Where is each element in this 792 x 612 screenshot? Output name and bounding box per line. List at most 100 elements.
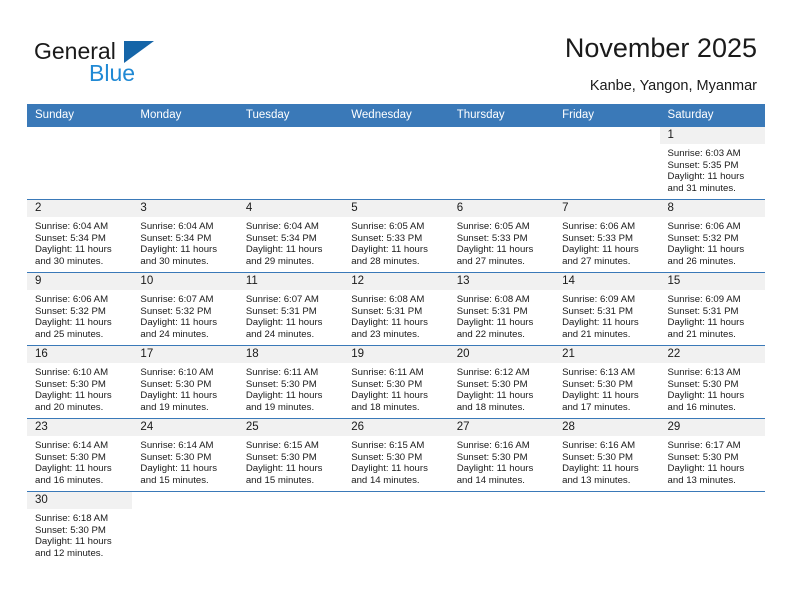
calendar-day-cell[interactable]: 24 Sunrise: 6:14 AM Sunset: 5:30 PM Dayligh… <box>132 418 238 492</box>
day-number: 2 <box>27 200 133 218</box>
daylight-duration-line1: Daylight: 11 hours <box>351 390 428 402</box>
calendar-week-row: 16 Sunrise: 6:10 AM Sunset: 5:30 PM Dayligh… <box>27 345 765 419</box>
calendar-day-cell[interactable]: 11 Sunrise: 6:07 AM Sunset: 5:31 PM Dayligh… <box>237 272 344 346</box>
calendar-day-cell[interactable]: 4 Sunrise: 6:04 AM Sunset: 5:34 PM Daylight… <box>237 199 344 273</box>
calendar-cell-empty <box>132 126 238 200</box>
calendar-day-cell[interactable]: 26 Sunrise: 6:15 AM Sunset: 5:30 PM Dayligh… <box>343 418 449 492</box>
calendar-day-cell[interactable]: 23 Sunrise: 6:14 AM Sunset: 5:30 PM Dayligh… <box>27 418 133 492</box>
sunset-time: Sunset: 5:30 PM <box>140 378 212 390</box>
daylight-duration-line2: and 31 minutes. <box>667 182 736 194</box>
day-cell-content <box>132 127 237 199</box>
sunset-time: Sunset: 5:30 PM <box>140 451 212 463</box>
calendar-day-cell[interactable]: 12 Sunrise: 6:08 AM Sunset: 5:31 PM Dayligh… <box>343 272 449 346</box>
day-number: 19 <box>343 346 449 364</box>
calendar-cell-empty <box>448 126 555 200</box>
daylight-duration-line1: Daylight: 11 hours <box>35 317 112 329</box>
calendar-day-cell[interactable]: 16 Sunrise: 6:10 AM Sunset: 5:30 PM Dayligh… <box>27 345 133 419</box>
calendar-day-cell[interactable]: 9 Sunrise: 6:06 AM Sunset: 5:32 PM Daylight… <box>27 272 133 346</box>
day-sun-info: Sunrise: 6:04 AM Sunset: 5:34 PM Daylight:… <box>27 218 132 267</box>
day-cell-content: 15 Sunrise: 6:09 AM Sunset: 5:31 PM Dayligh… <box>659 273 765 345</box>
daylight-duration-line1: Daylight: 11 hours <box>245 317 323 329</box>
sunset-time: Sunset: 5:30 PM <box>667 451 739 463</box>
daylight-duration-line2: and 24 minutes. <box>245 328 315 340</box>
sunrise-time: Sunrise: 6:07 AM <box>245 294 319 305</box>
calendar-day-cell[interactable]: 25 Sunrise: 6:15 AM Sunset: 5:30 PM Dayligh… <box>237 418 344 492</box>
general-blue-logo[interactable]: General Blue <box>34 38 214 88</box>
calendar-day-cell[interactable]: 27 Sunrise: 6:16 AM Sunset: 5:30 PM Dayligh… <box>448 418 555 492</box>
calendar-day-cell[interactable]: 15 Sunrise: 6:09 AM Sunset: 5:31 PM Dayligh… <box>659 272 765 346</box>
calendar-day-cell[interactable]: 8 Sunrise: 6:06 AM Sunset: 5:32 PM Daylight… <box>659 199 765 273</box>
calendar-day-cell[interactable]: 7 Sunrise: 6:06 AM Sunset: 5:33 PM Daylight… <box>554 199 660 273</box>
calendar-day-cell[interactable]: 18 Sunrise: 6:11 AM Sunset: 5:30 PM Dayligh… <box>237 345 344 419</box>
calendar-day-cell[interactable]: 13 Sunrise: 6:08 AM Sunset: 5:31 PM Dayligh… <box>448 272 555 346</box>
sunset-time: Sunset: 5:34 PM <box>140 232 212 244</box>
calendar-day-cell[interactable]: 19 Sunrise: 6:11 AM Sunset: 5:30 PM Dayligh… <box>343 345 449 419</box>
daylight-duration-line1: Daylight: 11 hours <box>562 244 639 256</box>
day-cell-content: 27 Sunrise: 6:16 AM Sunset: 5:30 PM Dayligh… <box>448 419 555 491</box>
day-number: 21 <box>554 346 660 364</box>
daylight-duration-line1: Daylight: 11 hours <box>456 244 534 256</box>
day-cell-content: 16 Sunrise: 6:10 AM Sunset: 5:30 PM Dayligh… <box>27 346 133 418</box>
calendar-day-cell[interactable]: 10 Sunrise: 6:07 AM Sunset: 5:32 PM Dayligh… <box>132 272 238 346</box>
day-number: 17 <box>132 346 238 364</box>
day-sun-info: Sunrise: 6:11 AM Sunset: 5:30 PM Daylight:… <box>343 364 448 413</box>
daylight-duration-line1: Daylight: 11 hours <box>667 390 745 402</box>
day-number: 11 <box>237 273 344 291</box>
day-sun-info: Sunrise: 6:03 AM Sunset: 5:35 PM Daylight:… <box>660 145 765 194</box>
sunset-time: Sunset: 5:30 PM <box>35 451 106 463</box>
day-cell-content <box>554 492 659 564</box>
calendar-day-cell[interactable]: 30 Sunrise: 6:18 AM Sunset: 5:30 PM Dayligh… <box>27 491 133 564</box>
calendar-day-cell[interactable]: 3 Sunrise: 6:04 AM Sunset: 5:34 PM Daylight… <box>132 199 238 273</box>
calendar-day-cell[interactable]: 22 Sunrise: 6:13 AM Sunset: 5:30 PM Dayligh… <box>659 345 765 419</box>
day-number: 22 <box>659 346 765 364</box>
calendar-cell-empty <box>343 491 449 564</box>
day-cell-content <box>132 492 237 564</box>
day-number: 16 <box>27 346 133 364</box>
day-number <box>554 492 659 509</box>
sunrise-time: Sunrise: 6:09 AM <box>667 294 741 305</box>
calendar-day-cell[interactable]: 2 Sunrise: 6:04 AM Sunset: 5:34 PM Daylight… <box>27 199 133 273</box>
sunset-time: Sunset: 5:33 PM <box>456 232 528 244</box>
day-number: 20 <box>448 346 555 364</box>
weekday-header-monday: Monday <box>132 104 238 127</box>
calendar-day-cell[interactable]: 1 Sunrise: 6:03 AM Sunset: 5:35 PM Daylight… <box>659 126 765 200</box>
day-sun-info: Sunrise: 6:05 AM Sunset: 5:33 PM Daylight:… <box>449 218 554 267</box>
daylight-duration-line2: and 22 minutes. <box>456 328 525 340</box>
day-cell-content: 17 Sunrise: 6:10 AM Sunset: 5:30 PM Dayligh… <box>132 346 238 418</box>
sunset-time: Sunset: 5:30 PM <box>562 378 634 390</box>
calendar-day-cell[interactable]: 20 Sunrise: 6:12 AM Sunset: 5:30 PM Dayligh… <box>448 345 555 419</box>
day-sun-info: Sunrise: 6:10 AM Sunset: 5:30 PM Daylight:… <box>27 364 132 413</box>
day-cell-content <box>554 127 659 199</box>
calendar-day-cell[interactable]: 28 Sunrise: 6:16 AM Sunset: 5:30 PM Dayligh… <box>554 418 660 492</box>
day-cell-content: 24 Sunrise: 6:14 AM Sunset: 5:30 PM Dayligh… <box>132 419 238 491</box>
weekday-header-row: Sunday Monday Tuesday Wednesday Thursday… <box>27 104 765 127</box>
daylight-duration-line2: and 15 minutes. <box>245 474 315 486</box>
calendar-day-cell[interactable]: 17 Sunrise: 6:10 AM Sunset: 5:30 PM Dayligh… <box>132 345 238 419</box>
day-number: 6 <box>448 200 555 218</box>
daylight-duration-line1: Daylight: 11 hours <box>562 317 639 329</box>
sunrise-time: Sunrise: 6:06 AM <box>667 221 741 232</box>
day-cell-content <box>449 492 554 564</box>
daylight-duration-line1: Daylight: 11 hours <box>456 317 534 329</box>
daylight-duration-line2: and 27 minutes. <box>562 255 631 267</box>
day-sun-info: Sunrise: 6:08 AM Sunset: 5:31 PM Daylight:… <box>343 291 448 340</box>
sunset-time: Sunset: 5:30 PM <box>456 378 528 390</box>
day-cell-content: 4 Sunrise: 6:04 AM Sunset: 5:34 PM Daylight… <box>237 200 344 272</box>
daylight-duration-line2: and 23 minutes. <box>351 328 420 340</box>
daylight-duration-line2: and 12 minutes. <box>35 547 104 559</box>
daylight-duration-line2: and 30 minutes. <box>35 255 104 267</box>
calendar-page: General Blue November 2025 Kanbe, Yangon… <box>0 0 792 612</box>
logo-text-blue: Blue <box>89 60 136 86</box>
calendar-day-cell[interactable]: 5 Sunrise: 6:05 AM Sunset: 5:33 PM Daylight… <box>343 199 449 273</box>
day-sun-info: Sunrise: 6:11 AM Sunset: 5:30 PM Daylight:… <box>238 364 343 413</box>
day-number <box>449 492 554 509</box>
day-cell-content <box>449 127 554 199</box>
day-sun-info: Sunrise: 6:08 AM Sunset: 5:31 PM Daylight:… <box>449 291 554 340</box>
calendar-day-cell[interactable]: 6 Sunrise: 6:05 AM Sunset: 5:33 PM Daylight… <box>448 199 555 273</box>
calendar-day-cell[interactable]: 14 Sunrise: 6:09 AM Sunset: 5:31 PM Dayligh… <box>554 272 660 346</box>
calendar-day-cell[interactable]: 21 Sunrise: 6:13 AM Sunset: 5:30 PM Dayligh… <box>554 345 660 419</box>
day-cell-content: 9 Sunrise: 6:06 AM Sunset: 5:32 PM Daylight… <box>27 273 133 345</box>
day-cell-content: 7 Sunrise: 6:06 AM Sunset: 5:33 PM Daylight… <box>554 200 660 272</box>
sunrise-time: Sunrise: 6:11 AM <box>351 367 424 378</box>
calendar-day-cell[interactable]: 29 Sunrise: 6:17 AM Sunset: 5:30 PM Dayligh… <box>659 418 765 492</box>
